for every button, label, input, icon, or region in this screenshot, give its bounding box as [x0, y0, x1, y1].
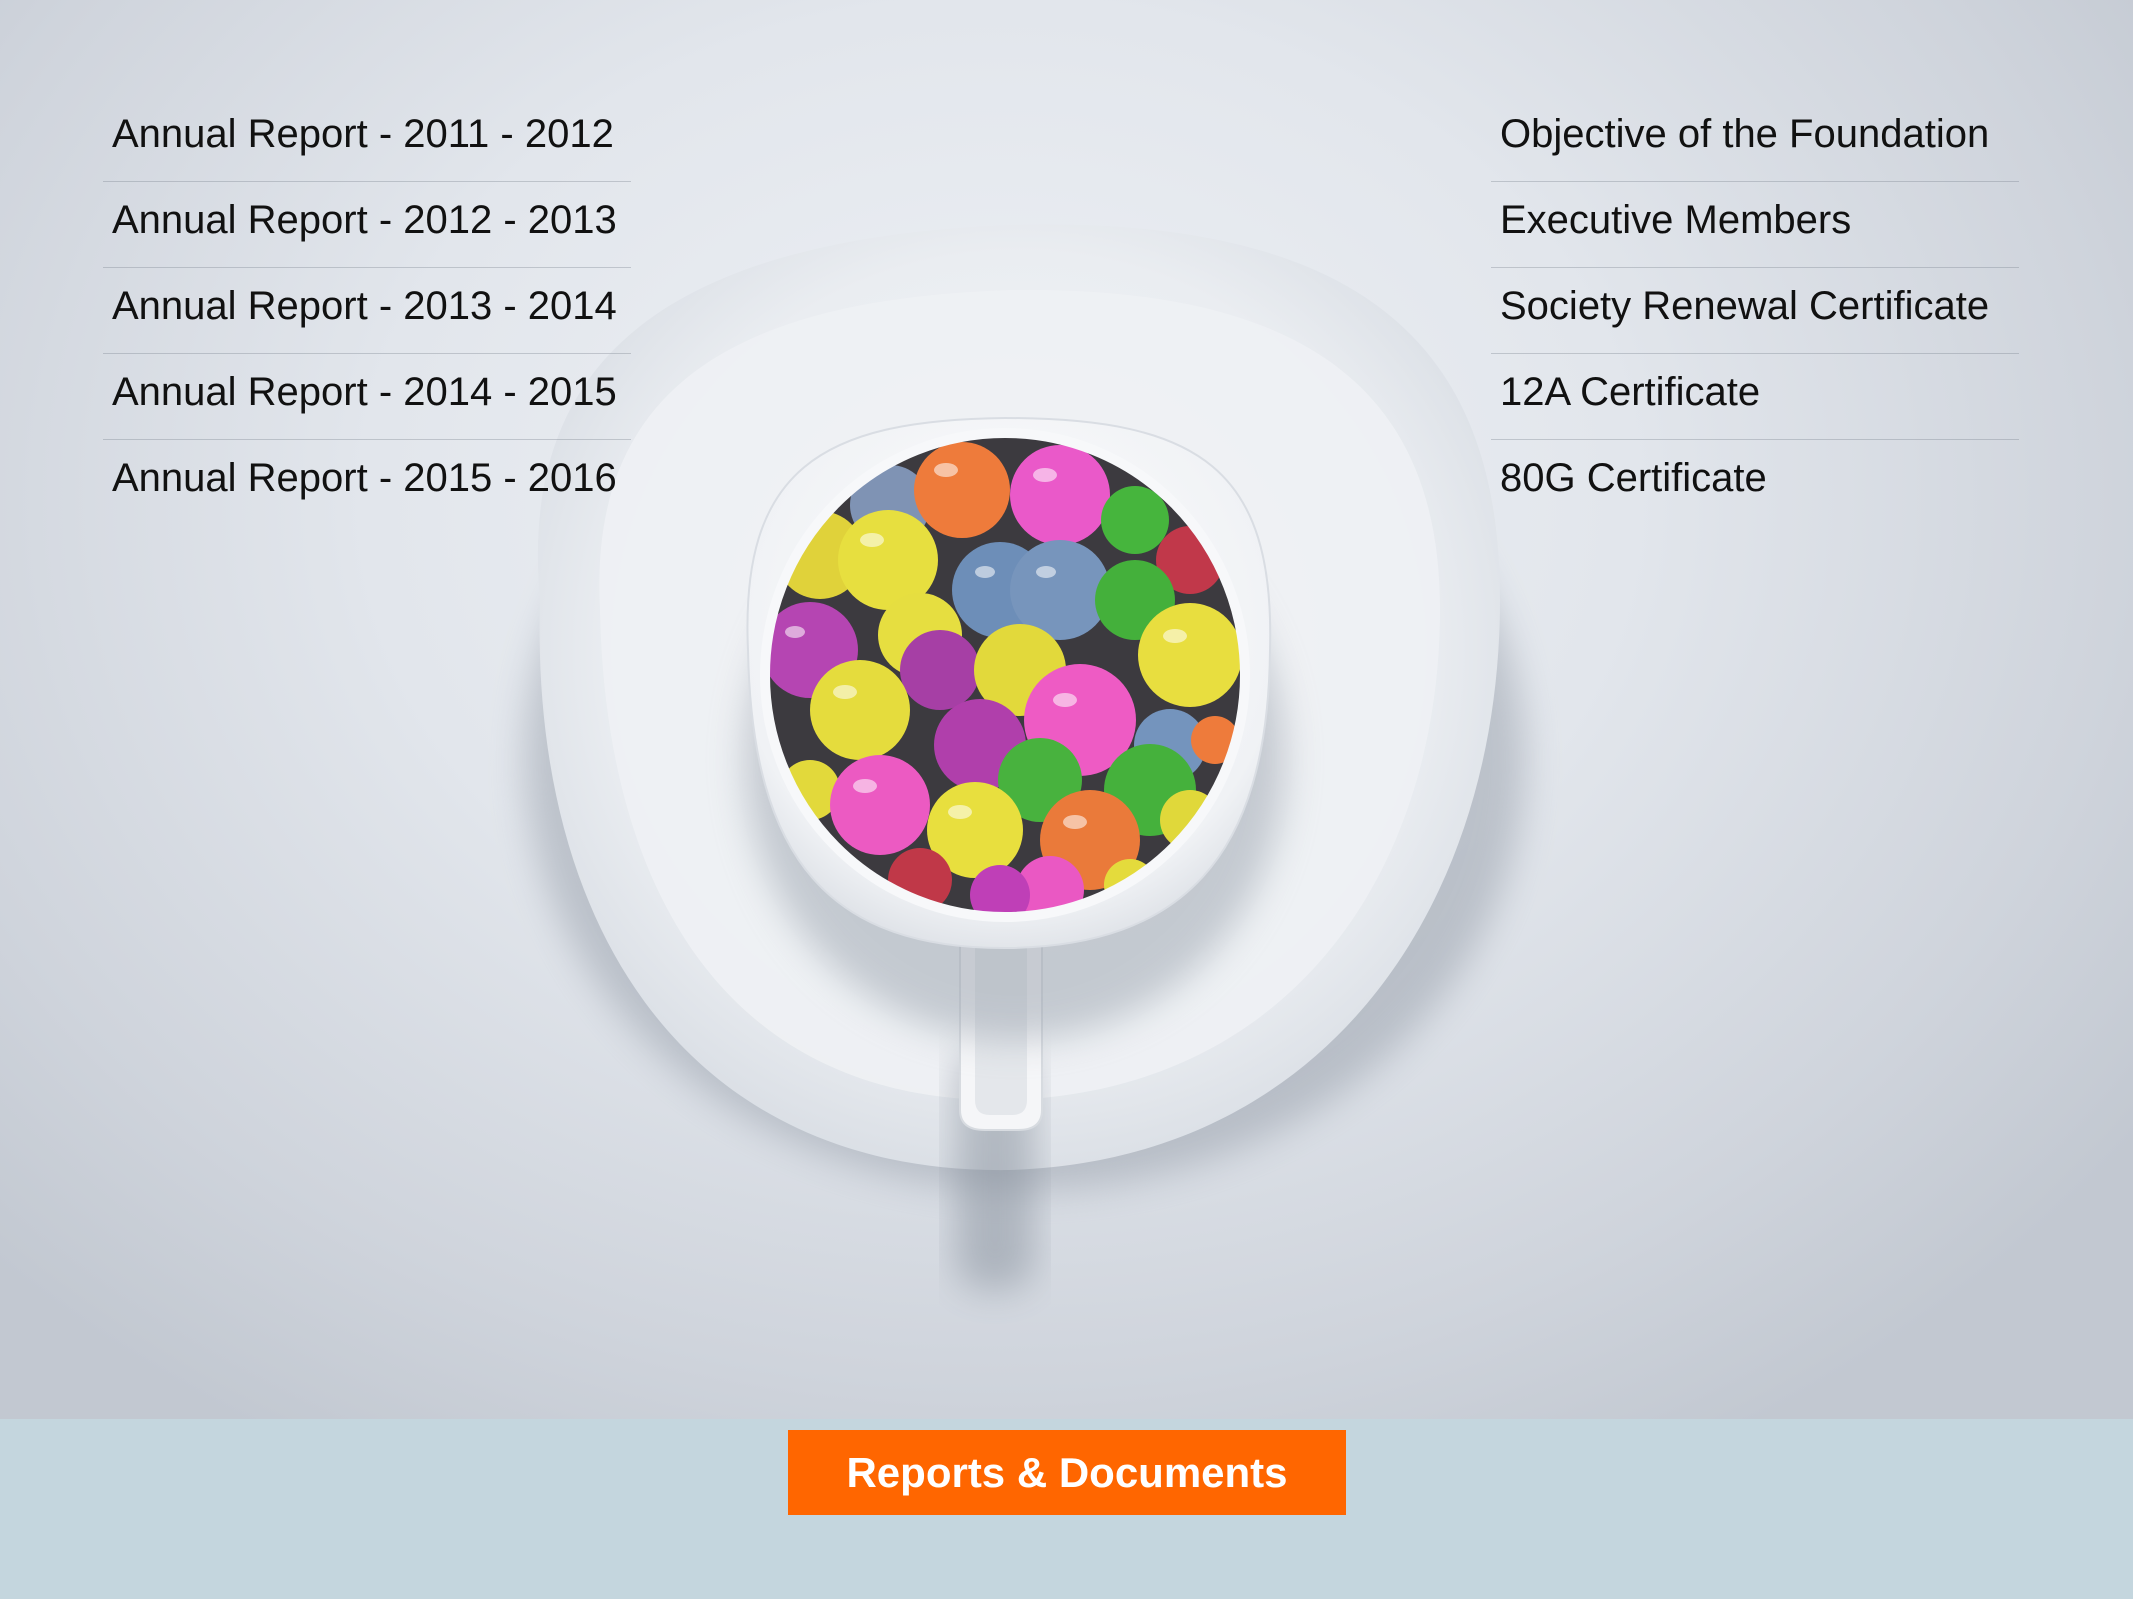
footer-bar: Reports & Documents	[0, 1419, 2133, 1599]
annual-reports-list: Annual Report - 2011 - 2012 Annual Repor…	[103, 96, 631, 526]
list-item: Annual Report - 2012 - 2013	[103, 182, 631, 268]
list-item: Annual Report - 2014 - 2015	[103, 354, 631, 440]
list-item: Annual Report - 2011 - 2012	[103, 96, 631, 182]
list-item: Annual Report - 2015 - 2016	[103, 440, 631, 526]
page: Annual Report - 2011 - 2012 Annual Repor…	[0, 0, 2133, 1599]
list-item: Objective of the Foundation	[1491, 96, 2019, 182]
annual-report-2015-2016-link[interactable]: Annual Report - 2015 - 2016	[103, 440, 631, 502]
list-item: Society Renewal Certificate	[1491, 268, 2019, 354]
annual-report-2014-2015-link[interactable]: Annual Report - 2014 - 2015	[103, 354, 631, 416]
12a-certificate-link[interactable]: 12A Certificate	[1491, 354, 2019, 416]
80g-certificate-link[interactable]: 80G Certificate	[1491, 440, 2019, 502]
list-item: Annual Report - 2013 - 2014	[103, 268, 631, 354]
annual-report-2011-2012-link[interactable]: Annual Report - 2011 - 2012	[103, 96, 631, 158]
foundation-documents-list: Objective of the Foundation Executive Me…	[1491, 96, 2019, 526]
list-item: 12A Certificate	[1491, 354, 2019, 440]
list-item: Executive Members	[1491, 182, 2019, 268]
list-item: 80G Certificate	[1491, 440, 2019, 526]
executive-members-link[interactable]: Executive Members	[1491, 182, 2019, 244]
society-renewal-certificate-link[interactable]: Society Renewal Certificate	[1491, 268, 2019, 330]
annual-report-2013-2014-link[interactable]: Annual Report - 2013 - 2014	[103, 268, 631, 330]
objective-of-foundation-link[interactable]: Objective of the Foundation	[1491, 96, 2019, 158]
reports-documents-button[interactable]: Reports & Documents	[788, 1430, 1346, 1515]
annual-report-2012-2013-link[interactable]: Annual Report - 2012 - 2013	[103, 182, 631, 244]
